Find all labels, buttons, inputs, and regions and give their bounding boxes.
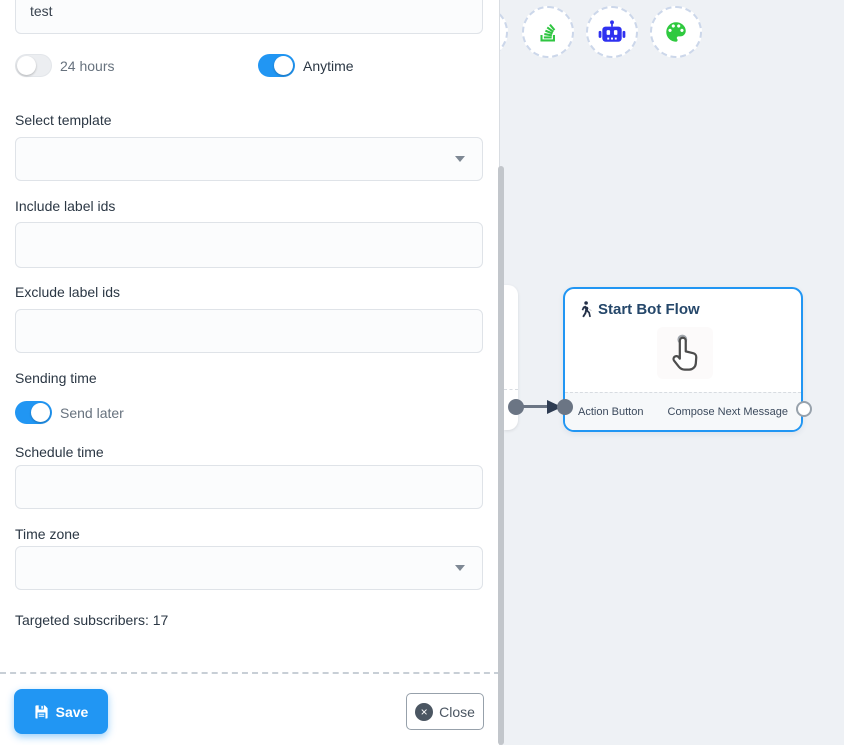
include-label-ids-label: Include label ids — [15, 198, 115, 214]
chevron-down-icon — [455, 156, 465, 162]
exclude-label-ids-input[interactable] — [15, 309, 483, 353]
floppy-icon — [34, 704, 49, 719]
node-title: Start Bot Flow — [598, 301, 700, 318]
exclude-label-ids-label: Exclude label ids — [15, 284, 120, 300]
circle-x-icon: × — [415, 703, 433, 721]
flow-canvas[interactable]: Start Bot Flow Action Button Compose Nex… — [500, 0, 844, 745]
chevron-down-icon — [455, 565, 465, 571]
node-header: Start Bot Flow — [579, 301, 700, 318]
node-input-port[interactable] — [557, 399, 573, 415]
start-bot-flow-node[interactable]: Start Bot Flow Action Button Compose Nex… — [563, 287, 803, 432]
node-footer-action-button-label[interactable]: Action Button — [578, 406, 643, 418]
anytime-toggle[interactable] — [258, 54, 295, 77]
walking-person-icon — [579, 301, 592, 318]
time-zone-label: Time zone — [15, 526, 80, 542]
close-button[interactable]: × Close — [406, 693, 484, 730]
save-button[interactable]: Save — [14, 689, 108, 734]
include-label-ids-input[interactable] — [15, 222, 483, 268]
stack-icon — [535, 19, 561, 45]
toolbar-item-bot[interactable] — [586, 6, 638, 58]
node-thumbnail — [657, 327, 713, 379]
source-node-footer-divider — [504, 389, 518, 390]
footer-divider — [0, 672, 500, 674]
campaign-settings-panel: 24 hours Anytime Select template Include… — [0, 0, 500, 745]
time-zone-select[interactable] — [15, 546, 483, 590]
palette-icon — [663, 19, 689, 45]
node-footer: Action Button Compose Next Message — [565, 392, 801, 430]
anytime-label: Anytime — [303, 58, 354, 74]
24-hours-toggle[interactable] — [15, 54, 52, 77]
toolbar-item-theme[interactable] — [650, 6, 702, 58]
24-hours-label: 24 hours — [60, 58, 114, 74]
send-later-label: Send later — [60, 405, 124, 421]
toggle-knob — [17, 56, 36, 75]
toolbar-item-hidden[interactable] — [500, 6, 508, 58]
robot-icon — [598, 20, 626, 44]
panel-scrollbar[interactable] — [498, 166, 504, 745]
toggle-knob — [274, 56, 293, 75]
bot-flow-builder: 24 hours Anytime Select template Include… — [0, 0, 844, 745]
source-output-port[interactable] — [508, 399, 524, 415]
campaign-name-input[interactable] — [15, 0, 483, 34]
send-later-toggle[interactable] — [15, 401, 52, 424]
targeted-subscribers-value: 17 — [153, 612, 169, 628]
sending-time-label: Sending time — [15, 370, 97, 386]
node-output-port[interactable] — [796, 401, 812, 417]
save-button-label: Save — [56, 704, 89, 720]
targeted-subscribers-label: Targeted subscribers: — [15, 612, 149, 628]
select-template-label: Select template — [15, 112, 112, 128]
close-button-label: Close — [439, 704, 475, 720]
schedule-time-input[interactable] — [15, 465, 483, 509]
hand-cursor-icon — [667, 333, 703, 373]
targeted-subscribers-text: Targeted subscribers: 17 — [15, 612, 168, 628]
toggle-knob — [31, 403, 50, 422]
toolbar-item-stack[interactable] — [522, 6, 574, 58]
schedule-time-label: Schedule time — [15, 444, 104, 460]
node-footer-compose-label[interactable]: Compose Next Message — [668, 406, 788, 418]
template-select[interactable] — [15, 137, 483, 181]
